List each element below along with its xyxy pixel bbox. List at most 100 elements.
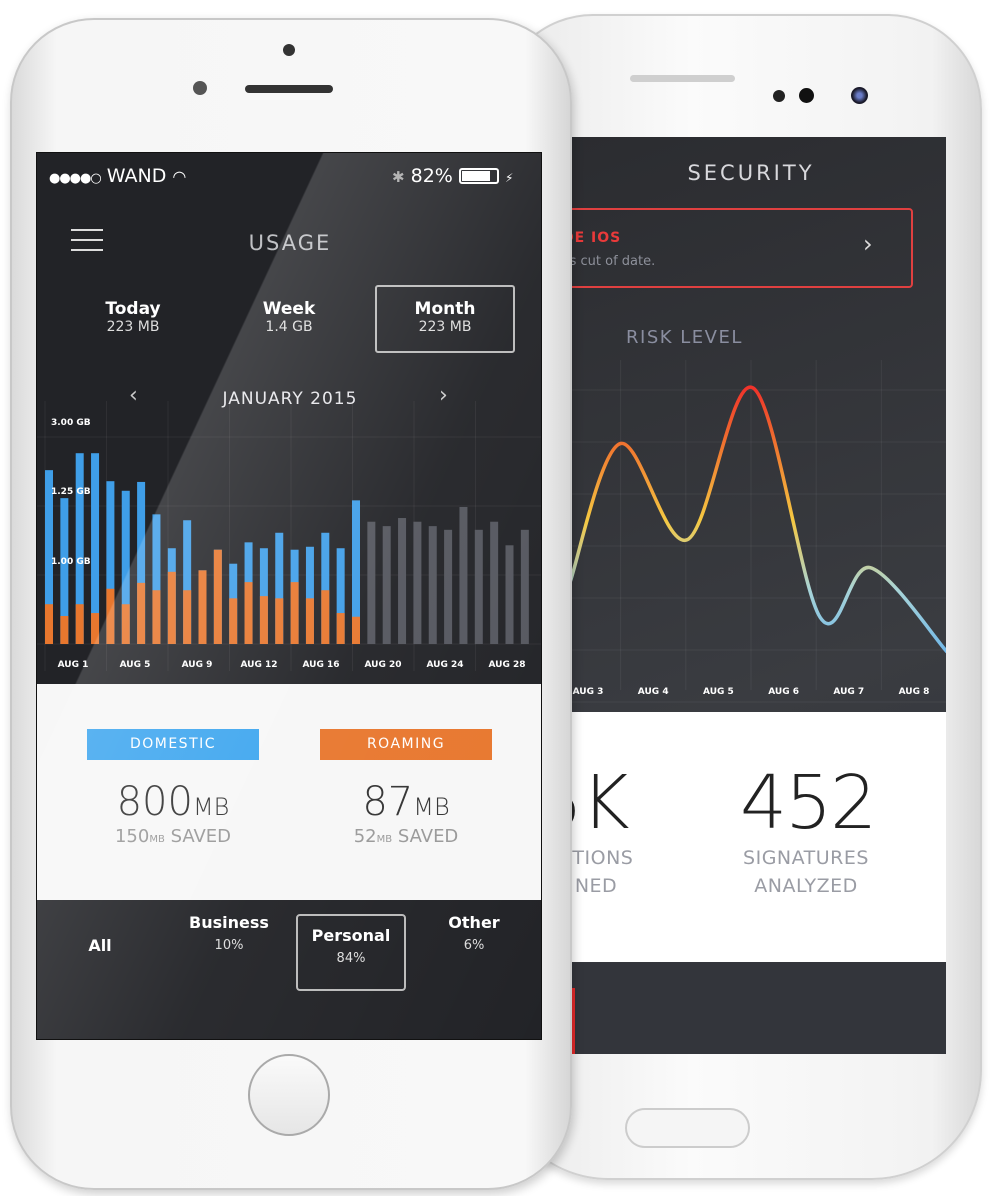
tab-label: Today [105,299,161,319]
filter-label: Other [448,913,500,932]
bar-roaming [321,590,330,644]
battery-icon [458,168,499,184]
x-tick-label: AUG 16 [302,660,339,670]
bar-projected [459,506,468,644]
filter-label: Business [189,913,269,932]
unit: MB [376,834,393,845]
x-tick-label: AUG 5 [120,660,151,670]
page-title: SECURITY [687,161,815,185]
bar-roaming [336,613,345,644]
bar-roaming [259,596,268,644]
bar-roaming [198,570,207,644]
sensor-icon [773,90,785,102]
bar-roaming [290,582,299,644]
roaming-saved: 52MB SAVED [296,826,516,847]
x-tick-label: AUG 9 [182,660,213,670]
label-line: SIGNATURES [743,847,869,869]
filter-other[interactable]: Other 6% [419,913,529,953]
usage-bar-chart: AUG 1 AUG 5 AUG 9 AUG 12 AUG 16 AUG 20 AUG 24 A… [37,401,541,671]
label-line: ANALYZED [754,875,858,897]
bar-roaming [352,616,360,644]
sensor-icon [799,88,814,103]
tab-value: 1.4 GB [265,319,313,335]
tab-month[interactable]: Month 223 MB [375,285,515,353]
alert-text: is cut of date. [566,254,656,269]
security-screen: SECURITY DE IOS is cut of date. › RISK L… [556,137,946,1054]
tab-value: 223 MB [418,319,472,335]
amount: 52 [353,826,377,847]
x-tick-label: AUG 1 [58,660,89,670]
unit: MB [149,834,165,845]
signatures-label: SIGNATURES ANALYZED [721,844,891,900]
y-tick-label: 1.25 GB [51,487,91,497]
bar-roaming [229,598,238,644]
filter-all[interactable]: All [45,936,155,955]
page-title: USAGE [248,231,332,255]
x-tick-label: AUG 3 [573,687,604,697]
tab-today[interactable]: Today 223 MB [63,285,203,353]
speaker-grille [630,75,735,82]
wifi-icon: ◠ [172,167,187,186]
charging-icon: ⚡ [504,171,514,185]
filter-pct: 84% [336,951,366,966]
usage-summary: DOMESTIC ROAMING 800MB 87MB 150MB SAVED … [37,684,541,900]
bar-roaming [244,582,253,644]
bar-projected [398,518,407,644]
bar-roaming [167,571,176,644]
bar-roaming [183,590,192,644]
status-left: ●●●●○ WAND ◠ [49,165,186,187]
battery-fill [461,171,490,181]
bar-roaming [275,598,284,644]
sensor-icon [193,81,207,95]
domestic-amount: 800MB [63,779,283,825]
stats-panel: 5K CTIONSNED 452 SIGNATURESANALYZED [556,712,946,962]
tab-label: Week [262,299,316,319]
saved-label: SAVED [397,826,459,847]
filter-pct: 10% [214,938,244,953]
x-tick-label: AUG 7 [833,687,864,697]
update-alert[interactable]: DE IOS is cut of date. › [556,208,913,288]
signal-icon: ●●●●○ [49,171,102,186]
bluetooth-icon: ✱ [392,168,405,186]
bar-projected [367,521,376,644]
chevron-right-icon[interactable]: › [863,230,873,258]
saved-label: SAVED [170,826,232,847]
bar-projected [413,521,422,644]
bar-roaming [75,604,84,644]
risk-level-label: RISK LEVEL [626,327,743,348]
bar-projected [490,521,499,644]
filter-business[interactable]: Business 10% [174,913,284,953]
home-button[interactable] [248,1054,330,1136]
tab-label: Month [414,299,476,319]
x-tick-label: AUG 12 [240,660,277,670]
bottom-chart-strip [556,963,946,1054]
bar-roaming [213,549,222,644]
carrier: WAND [106,165,167,187]
y-tick-label: 3.00 GB [51,418,91,428]
x-tick-label: AUG 5 [703,687,734,697]
amount: 800 [116,779,193,825]
x-tick-label: AUG 6 [768,687,799,697]
filter-label: All [88,936,112,955]
home-button[interactable] [625,1108,750,1148]
camera-icon [851,87,868,104]
x-tick-label: AUG 28 [488,660,525,670]
tab-value: 223 MB [106,319,160,335]
battery-percent: 82% [410,165,453,187]
filter-personal[interactable]: Personal 84% [296,914,406,991]
amount: 150 [114,826,150,847]
front-camera-icon [283,44,295,56]
x-tick-label: AUG 8 [899,687,930,697]
bar-roaming [305,598,314,644]
y-tick-label: 1.00 GB [51,557,91,567]
tab-week[interactable]: Week 1.4 GB [219,285,359,353]
amount: 87 [362,779,414,825]
bar-roaming [137,582,146,644]
bar-projected [382,526,391,644]
filter-pct: 6% [463,938,485,953]
bar-projected [428,526,437,644]
risk-level-chart: AUG 3 AUG 4 AUG 5 AUG 6 AUG 7 AUG 8 [556,360,946,703]
bar-roaming [60,616,69,644]
unit: MB [413,793,450,821]
signatures-value: 452 [740,760,877,846]
